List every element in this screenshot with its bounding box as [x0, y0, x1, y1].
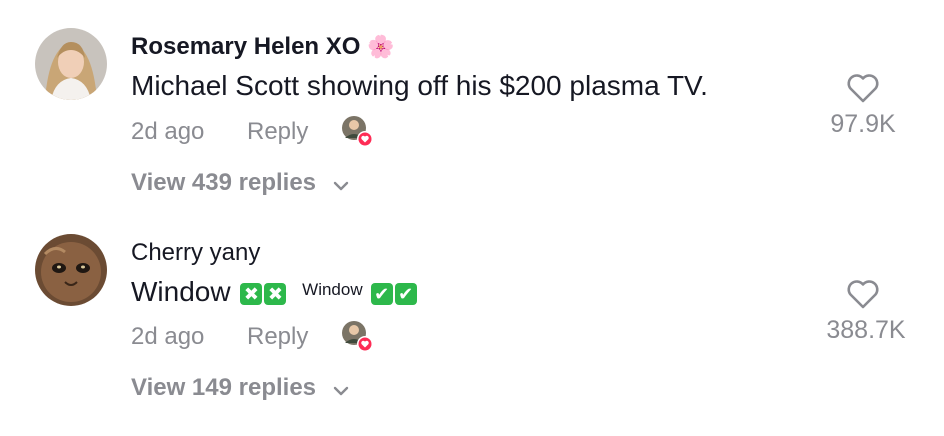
comment-text: Window ✖ ✖ Window ✔ ✔ [131, 276, 417, 308]
timestamp: 2d ago [131, 118, 205, 145]
avatar[interactable] [35, 28, 107, 100]
view-replies-button[interactable]: View 149 replies [131, 374, 349, 403]
avatar[interactable] [35, 234, 107, 306]
reply-button[interactable]: Reply [247, 118, 308, 146]
check-mark-emoji: ✔ [370, 282, 393, 305]
comment-text-main: Window [131, 276, 231, 307]
view-replies-button[interactable]: View 439 replies [131, 169, 349, 198]
reply-button[interactable]: Reply [247, 323, 308, 351]
like-count: 97.9K [830, 110, 896, 138]
comment-text-small: Window [302, 279, 363, 299]
cherry-blossom-emoji: 🌸 [367, 34, 395, 59]
heart-outline-icon [847, 74, 879, 103]
view-replies-label: View 149 replies [131, 374, 317, 401]
view-replies-label: View 439 replies [131, 169, 317, 196]
cross-mark-emoji: ✖ [264, 282, 287, 305]
chevron-down-icon [333, 170, 349, 198]
cross-mark-emoji: ✖ [240, 282, 263, 305]
comment-item: Rosemary Helen XO 🌸 Michael Scott showin… [0, 0, 944, 205]
comment-text: Michael Scott showing off his $200 plasm… [131, 70, 708, 101]
creator-liked-badge [340, 114, 374, 148]
creator-liked-badge [340, 319, 374, 353]
like-count: 388.7K [826, 316, 906, 344]
like-button[interactable]: 388.7K [808, 278, 918, 345]
username[interactable]: Cherry yany [131, 239, 260, 267]
timestamp: 2d ago [131, 323, 205, 350]
username-text: Rosemary Helen XO [131, 33, 361, 60]
comment-item: Cherry yany Window ✖ ✖ Window ✔ ✔ 2d ago Re… [0, 205, 944, 410]
heart-outline-icon [847, 280, 879, 309]
username[interactable]: Rosemary Helen XO 🌸 [131, 33, 395, 61]
like-button[interactable]: 97.9K [808, 72, 918, 139]
chevron-down-icon [333, 375, 349, 403]
check-mark-emoji: ✔ [394, 282, 417, 305]
